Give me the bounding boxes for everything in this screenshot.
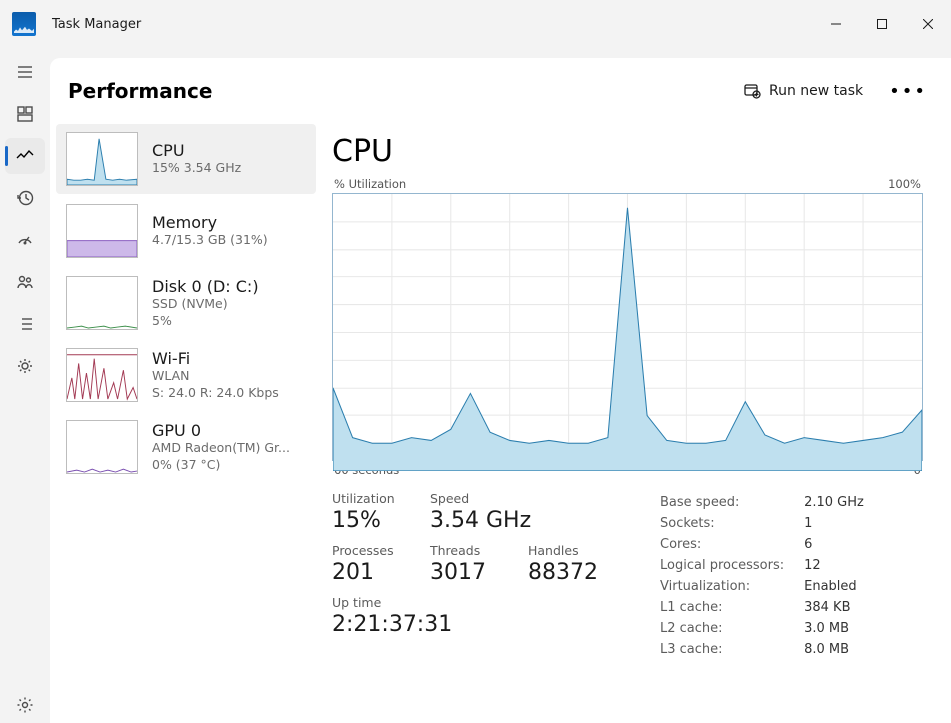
page-title: Performance <box>68 79 212 103</box>
cpu-chart[interactable] <box>332 193 923 461</box>
stats-area: Utilization 15% Speed 3.54 GHz Processes <box>332 491 923 661</box>
handles-label: Handles <box>528 543 598 558</box>
more-button[interactable]: ••• <box>883 77 933 106</box>
uptime-label: Up time <box>332 595 452 610</box>
perf-item-sub: SSD (NVMe) <box>152 296 259 313</box>
perf-item-disk[interactable]: Disk 0 (D: C:) SSD (NVMe) 5% <box>56 268 316 338</box>
nav-processes[interactable] <box>5 96 45 132</box>
nav-rail <box>0 48 50 723</box>
perf-item-sub2: S: 24.0 R: 24.0 Kbps <box>152 385 279 402</box>
cpu-thumb-chart <box>66 132 138 186</box>
titlebar: Task Manager <box>0 0 951 48</box>
perf-item-gpu[interactable]: GPU 0 AMD Radeon(TM) Gr... 0% (37 °C) <box>56 412 316 482</box>
processes-label: Processes <box>332 543 402 558</box>
nav-app-history[interactable] <box>5 180 45 216</box>
performance-list: CPU 15% 3.54 GHz Memory 4.7/15.3 GB (31%… <box>50 124 322 723</box>
settings-icon[interactable] <box>5 687 45 723</box>
chart-ylabel: % Utilization <box>334 177 406 191</box>
specs-table: Base speed:2.10 GHz Sockets:1 Cores:6 Lo… <box>658 491 884 661</box>
hamburger-icon[interactable] <box>5 54 45 90</box>
threads-value: 3017 <box>430 560 500 585</box>
speed-label: Speed <box>430 491 531 506</box>
perf-item-title: CPU <box>152 141 241 160</box>
run-new-task-label: Run new task <box>769 83 863 99</box>
disk-thumb-chart <box>66 276 138 330</box>
gpu-thumb-chart <box>66 420 138 474</box>
perf-item-wifi[interactable]: Wi-Fi WLAN S: 24.0 R: 24.0 Kbps <box>56 340 316 410</box>
handles-value: 88372 <box>528 560 598 585</box>
detail-title: CPU <box>332 134 923 169</box>
content-pane: Performance Run new task ••• CPU 15% 3.5… <box>50 58 951 723</box>
maximize-button[interactable] <box>859 0 905 48</box>
processes-value: 201 <box>332 560 402 585</box>
perf-item-cpu[interactable]: CPU 15% 3.54 GHz <box>56 124 316 194</box>
memory-thumb-chart <box>66 204 138 258</box>
utilization-value: 15% <box>332 508 402 533</box>
nav-services[interactable] <box>5 348 45 384</box>
nav-details[interactable] <box>5 306 45 342</box>
app-title: Task Manager <box>52 17 141 32</box>
perf-item-memory[interactable]: Memory 4.7/15.3 GB (31%) <box>56 196 316 266</box>
run-new-task-button[interactable]: Run new task <box>743 82 863 100</box>
nav-startup[interactable] <box>5 222 45 258</box>
nav-performance[interactable] <box>5 138 45 174</box>
threads-label: Threads <box>430 543 500 558</box>
close-button[interactable] <box>905 0 951 48</box>
speed-value: 3.54 GHz <box>430 508 531 533</box>
nav-users[interactable] <box>5 264 45 300</box>
perf-item-sub: AMD Radeon(TM) Gr... <box>152 440 290 457</box>
wifi-thumb-chart <box>66 348 138 402</box>
perf-item-title: GPU 0 <box>152 421 290 440</box>
perf-item-sub: 15% 3.54 GHz <box>152 160 241 177</box>
perf-item-title: Disk 0 (D: C:) <box>152 277 259 296</box>
perf-item-sub2: 5% <box>152 313 259 330</box>
perf-item-sub2: 0% (37 °C) <box>152 457 290 474</box>
perf-item-sub: WLAN <box>152 368 279 385</box>
uptime-value: 2:21:37:31 <box>332 612 452 637</box>
perf-item-title: Wi-Fi <box>152 349 279 368</box>
chart-ymax: 100% <box>888 177 921 191</box>
window-controls <box>813 0 951 48</box>
perf-item-title: Memory <box>152 213 268 232</box>
utilization-label: Utilization <box>332 491 402 506</box>
app-icon <box>12 12 36 36</box>
detail-pane: CPU % Utilization 100% 60 seconds 0 <box>322 124 951 723</box>
minimize-button[interactable] <box>813 0 859 48</box>
page-header: Performance Run new task ••• <box>50 58 951 124</box>
perf-item-sub: 4.7/15.3 GB (31%) <box>152 232 268 249</box>
